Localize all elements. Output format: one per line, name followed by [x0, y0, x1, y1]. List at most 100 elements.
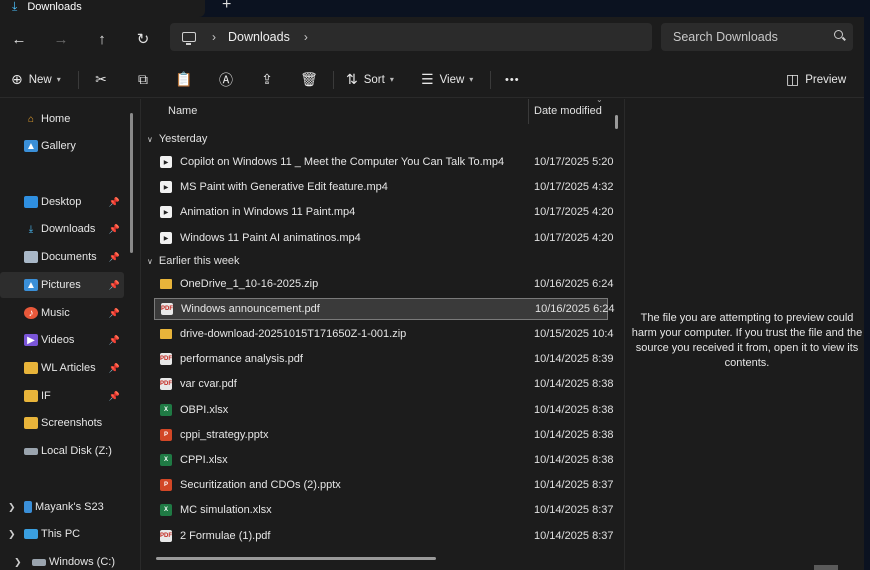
sidebar-item-wl-articles[interactable]: WL Articles 📌 [0, 355, 124, 381]
drive-icon [24, 447, 38, 455]
sidebar-item-label: Music [41, 307, 70, 319]
vertical-scrollbar[interactable] [615, 115, 618, 129]
command-bar: ⊕ New ▾ ✂ ⧉ 📋 Ⓐ ⇪ 🗑 ⇅ Sort ▾ ☰ View ▾ ••… [0, 61, 870, 98]
file-date: 10/16/2025 6:24 [534, 278, 614, 290]
sidebar-item-label: Desktop [41, 196, 82, 208]
file-date: 10/14/2025 8:38 [534, 378, 614, 390]
pin-icon[interactable]: 📌 [109, 308, 120, 319]
sidebar-item-if[interactable]: IF 📌 [0, 383, 124, 409]
rename-button[interactable]: Ⓐ [214, 61, 238, 98]
refresh-button[interactable]: ↻ [131, 27, 155, 51]
file-row[interactable]: ▶ Copilot on Windows 11 _ Meet the Compu… [154, 151, 614, 173]
group-header-yesterday[interactable]: ∨ Yesterday [141, 129, 207, 149]
sidebar-item-label: Pictures [41, 279, 81, 291]
pin-icon[interactable]: 📌 [109, 335, 120, 346]
resize-grip[interactable] [814, 565, 838, 570]
gallery-icon: ▲ [24, 140, 38, 152]
file-row-selected[interactable]: PDF Windows announcement.pdf 10/16/2025 … [154, 298, 615, 320]
pin-icon[interactable]: 📌 [109, 391, 120, 402]
file-row[interactable]: drive-download-20251015T171650Z-1-001.zi… [154, 323, 614, 345]
breadcrumb-downloads[interactable]: Downloads [228, 30, 290, 44]
view-button[interactable]: ☰ View ▾ [421, 61, 473, 98]
more-options-button[interactable]: ••• [505, 61, 520, 98]
preview-pane-button[interactable]: ◫ Preview [786, 61, 846, 98]
pin-icon[interactable]: 📌 [109, 252, 120, 263]
share-button[interactable]: ⇪ [255, 61, 279, 98]
sidebar-item-screenshots[interactable]: Screenshots [0, 410, 124, 436]
sidebar-item-mayanks-s23[interactable]: ❯ Mayank's S23 [0, 494, 124, 520]
horizontal-scrollbar[interactable] [156, 557, 436, 560]
back-button[interactable]: ← [7, 27, 31, 51]
chevron-right-icon[interactable]: ❯ [8, 502, 16, 513]
sort-button[interactable]: ⇅ Sort ▾ [346, 61, 394, 98]
file-date: 10/14/2025 8:39 [534, 353, 614, 365]
chevron-down-icon: ▾ [389, 75, 394, 84]
search-placeholder: Search Downloads [673, 30, 778, 44]
group-label: Yesterday [158, 133, 208, 145]
file-row[interactable]: X CPPI.xlsx 10/14/2025 8:38 [154, 449, 614, 471]
pin-icon[interactable]: 📌 [109, 280, 120, 291]
preview-warning-message: The file you are attempting to preview c… [631, 312, 863, 369]
sidebar-item-downloads[interactable]: ⤓ Downloads 📌 [0, 216, 124, 242]
pin-icon[interactable]: 📌 [109, 363, 120, 374]
sidebar-item-videos[interactable]: ▶ Videos 📌 [0, 327, 124, 353]
preview-pane-icon: ◫ [786, 71, 800, 87]
cut-button[interactable]: ✂ [89, 61, 113, 98]
up-button[interactable]: ↑ [90, 27, 114, 51]
sidebar-item-music[interactable]: ♪ Music 📌 [0, 300, 124, 326]
chevron-right-icon[interactable]: › [304, 30, 308, 44]
pin-icon[interactable]: 📌 [109, 224, 120, 235]
sidebar-item-local-disk-z[interactable]: Local Disk (Z:) [0, 438, 124, 464]
sidebar-item-gallery[interactable]: ▲ Gallery [0, 133, 124, 159]
view-list-icon: ☰ [421, 71, 434, 87]
folder-icon [24, 417, 38, 429]
new-tab-button[interactable]: + [222, 0, 231, 14]
chevron-down-icon[interactable]: ❯ [8, 529, 16, 540]
sidebar-item-label: Gallery [41, 140, 76, 152]
file-date: 10/14/2025 8:38 [534, 429, 614, 441]
column-date-header[interactable]: Date modified [534, 105, 602, 117]
new-label: New [28, 73, 52, 86]
chevron-down-icon: ▾ [469, 75, 474, 84]
new-button[interactable]: ⊕ New ▾ [11, 61, 61, 98]
file-row[interactable]: ▶ Windows 11 Paint AI animatinos.mp4 10/… [154, 227, 614, 249]
file-row[interactable]: OneDrive_1_10-16-2025.zip 10/16/2025 6:2… [154, 273, 614, 295]
file-row[interactable]: X OBPI.xlsx 10/14/2025 8:38 [154, 399, 614, 421]
sidebar-item-label: Local Disk (Z:) [41, 445, 112, 457]
group-header-earlier-this-week[interactable]: ∨ Earlier this week [141, 251, 240, 271]
forward-button[interactable]: → [49, 27, 73, 51]
sidebar-item-this-pc[interactable]: ❯ This PC [0, 521, 124, 547]
copy-button[interactable]: ⧉ [131, 61, 155, 98]
sidebar-item-home[interactable]: ⌂ Home [0, 106, 124, 132]
tab-downloads[interactable]: ⤓ Downloads [0, 0, 205, 17]
file-row[interactable]: ▶ Animation in Windows 11 Paint.mp4 10/1… [154, 201, 614, 223]
file-row[interactable]: PDF performance analysis.pdf 10/14/2025 … [154, 348, 614, 370]
column-name-header[interactable]: Name [168, 105, 197, 117]
sidebar-item-pictures[interactable]: ▲ Pictures 📌 [0, 272, 124, 298]
home-icon: ⌂ [27, 113, 35, 125]
file-row[interactable]: PDF var cvar.pdf 10/14/2025 8:38 [154, 373, 614, 395]
sidebar-item-desktop[interactable]: Desktop 📌 [0, 189, 124, 215]
sidebar-item-documents[interactable]: Documents 📌 [0, 244, 124, 270]
download-icon: ⤓ [12, 0, 18, 13]
file-row[interactable]: PDF 2 Formulae (1).pdf 10/14/2025 8:37 [154, 525, 614, 547]
file-row[interactable]: X MC simulation.xlsx 10/14/2025 8:37 [154, 499, 614, 521]
group-label: Earlier this week [158, 255, 240, 267]
sidebar-item-windows-c[interactable]: ❯ Windows (C:) [0, 549, 124, 570]
chevron-right-icon[interactable]: › [212, 30, 216, 44]
address-bar[interactable]: › Downloads › [170, 23, 652, 51]
column-divider[interactable] [528, 99, 529, 124]
search-input[interactable]: Search Downloads [661, 23, 853, 51]
file-date: 10/14/2025 8:38 [534, 404, 614, 416]
file-row[interactable]: ▶ MS Paint with Generative Edit feature.… [154, 176, 614, 198]
pc-icon [182, 32, 196, 45]
sidebar-scrollbar[interactable] [130, 113, 133, 253]
pin-icon[interactable]: 📌 [109, 197, 120, 208]
file-row[interactable]: P Securitization and CDOs (2).pptx 10/14… [154, 474, 614, 496]
chevron-right-icon[interactable]: ❯ [14, 557, 22, 568]
paste-button[interactable]: 📋 [172, 61, 196, 98]
file-date: 10/17/2025 5:20 [534, 156, 614, 168]
delete-button[interactable]: 🗑 [297, 61, 321, 98]
file-row[interactable]: P cppi_strategy.pptx 10/14/2025 8:38 [154, 424, 614, 446]
navigation-pane: ⌂ Home ▲ Gallery Desktop 📌 ⤓ Downloads 📌… [0, 99, 140, 570]
